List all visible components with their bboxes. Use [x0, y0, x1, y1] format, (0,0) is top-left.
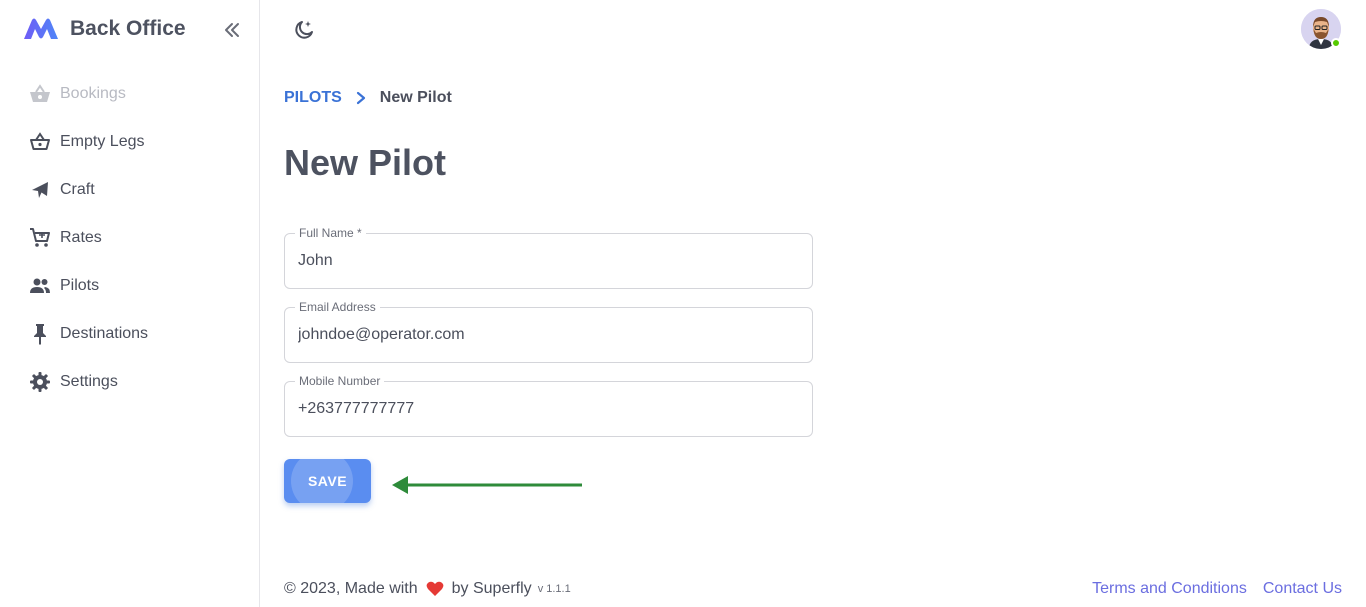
chevrons-left-icon — [225, 23, 239, 37]
email-input[interactable] — [298, 308, 798, 362]
sidebar: Back Office Bookings Empty Legs Craft Ra… — [0, 0, 260, 607]
breadcrumb-current: New Pilot — [379, 89, 452, 106]
version-label: v 1.1.1 — [537, 583, 571, 595]
full-name-field: Full Name * — [284, 226, 813, 289]
sidebar-item-destinations[interactable]: Destinations — [0, 310, 259, 358]
footer-copyright-text: © 2023, Made with — [284, 580, 418, 597]
cart-icon — [28, 226, 52, 250]
breadcrumb: PILOTS New Pilot — [284, 89, 452, 107]
terms-link[interactable]: Terms and Conditions — [1092, 580, 1247, 598]
full-name-input[interactable] — [298, 234, 798, 288]
sidebar-item-rates[interactable]: Rates — [0, 214, 259, 262]
mobile-number-field: Mobile Number — [284, 374, 813, 437]
sidebar-item-craft[interactable]: Craft — [0, 166, 259, 214]
contact-link[interactable]: Contact Us — [1263, 580, 1342, 598]
page-title: New Pilot — [284, 142, 447, 183]
gear-icon — [28, 370, 52, 394]
app-title: Back Office — [70, 17, 186, 40]
pin-icon — [28, 322, 52, 346]
sidebar-item-label: Destinations — [60, 325, 149, 342]
sidebar-item-bookings[interactable]: Bookings — [0, 70, 259, 118]
footer-copyright: © 2023, Made with by Superfly v 1.1.1 — [284, 580, 571, 598]
people-icon — [28, 274, 52, 298]
basket-icon — [28, 130, 52, 154]
brand-logo-icon — [24, 18, 58, 39]
arrow-annotation-icon — [392, 476, 582, 494]
sidebar-item-label: Empty Legs — [60, 133, 145, 150]
footer-by-text: by Superfly — [451, 580, 532, 597]
airplane-icon — [28, 178, 52, 202]
sidebar-item-label: Settings — [60, 373, 118, 390]
sidebar-item-pilots[interactable]: Pilots — [0, 262, 259, 310]
sidebar-item-label: Craft — [60, 181, 95, 198]
breadcrumb-pilots-link[interactable]: PILOTS — [284, 89, 342, 107]
shopping-basket-icon — [28, 82, 52, 106]
sidebar-item-label: Pilots — [60, 277, 100, 294]
heart-icon — [426, 581, 444, 597]
footer-links: Terms and Conditions Contact Us — [1092, 580, 1342, 598]
sidebar-item-label: Bookings — [60, 85, 126, 102]
save-button-label: SAVE — [307, 473, 348, 489]
collapse-sidebar-button[interactable] — [220, 18, 244, 42]
sidebar-item-settings[interactable]: Settings — [0, 358, 259, 406]
online-status-indicator — [1331, 38, 1341, 48]
theme-toggle-button[interactable] — [290, 16, 318, 44]
sidebar-item-empty-legs[interactable]: Empty Legs — [0, 118, 259, 166]
sidebar-nav: Bookings Empty Legs Craft Rates Pilots D… — [0, 70, 259, 406]
brand[interactable]: Back Office — [22, 14, 186, 44]
email-field: Email Address — [284, 300, 813, 363]
sidebar-item-label: Rates — [60, 229, 102, 246]
moon-stars-icon — [295, 21, 313, 39]
save-button[interactable]: SAVE — [284, 459, 371, 503]
chevron-right-icon — [356, 91, 368, 105]
mobile-number-input[interactable] — [298, 382, 798, 436]
